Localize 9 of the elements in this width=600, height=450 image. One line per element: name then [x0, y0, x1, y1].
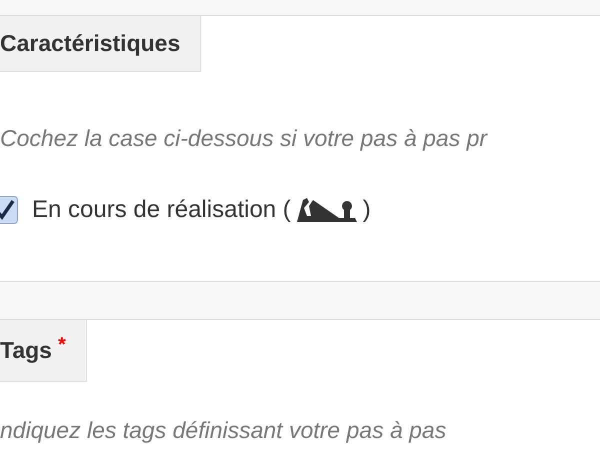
heading-text: Tags	[0, 337, 52, 364]
label-text: )	[362, 196, 371, 224]
description-text: ndiquez les tags définissant votre pas à pas	[0, 416, 448, 444]
required-mark: *	[58, 334, 66, 357]
label-text: En cours de réalisation (	[32, 196, 291, 224]
description-text: Cochez la case ci-dessous si votre pas à pas pr	[0, 124, 489, 152]
heading-text: Caractéristiques	[0, 30, 180, 57]
checkbox-label[interactable]: En cours de réalisation ( )	[32, 196, 371, 224]
hand-plane-icon	[294, 196, 359, 224]
